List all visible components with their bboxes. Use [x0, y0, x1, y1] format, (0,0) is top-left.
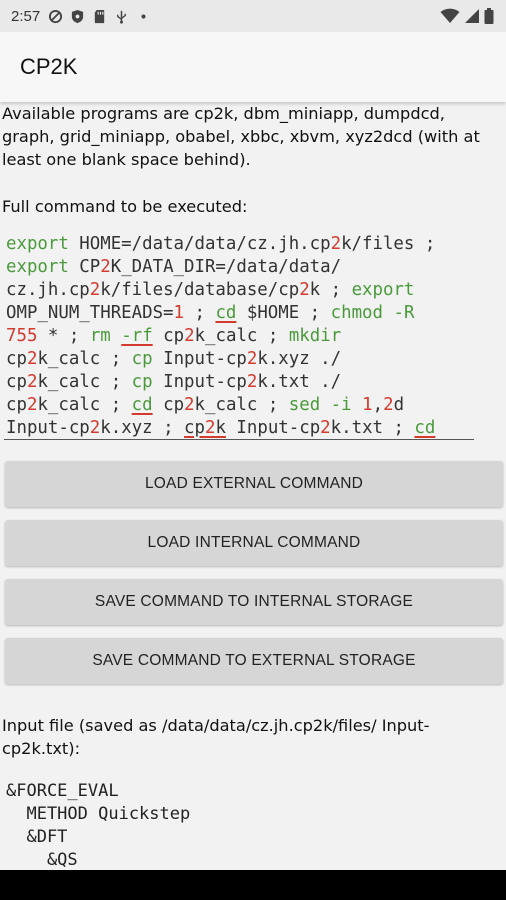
command-editor[interactable]: export HOME=/data/data/cz.jh.cp2k/files … — [6, 233, 474, 440]
command-editor-underline — [4, 439, 474, 440]
save-command-external-button[interactable]: SAVE COMMAND TO EXTERNAL STORAGE — [5, 638, 503, 684]
main-content: Available programs are cp2k, dbm_miniapp… — [0, 102, 506, 870]
full-command-label: Full command to be executed: — [2, 197, 248, 216]
command-line: cp2k_calc ; cp Input-cp2k.txt ./ — [6, 372, 342, 392]
command-line: cp2k_calc ; cp Input-cp2k.xyz ./ — [6, 349, 342, 369]
wifi-icon — [440, 8, 460, 24]
save-command-internal-button[interactable]: SAVE COMMAND TO INTERNAL STORAGE — [5, 579, 503, 625]
sd-card-icon — [92, 9, 107, 24]
input-file-label: Input file (saved as /data/data/cz.jh.cp… — [2, 716, 430, 758]
usb-icon — [114, 9, 129, 24]
command-line: OMP_NUM_THREADS=1 ; cd $HOME ; chmod -R — [6, 303, 415, 323]
input-file-line: METHOD Quickstep — [6, 804, 191, 824]
battery-icon — [484, 8, 494, 24]
load-external-command-button[interactable]: LOAD EXTERNAL COMMAND — [5, 461, 503, 507]
input-file-line: &FORCE_EVAL — [6, 781, 119, 801]
command-line: 755 * ; rm -rf cp2k_calc ; mkdir — [6, 326, 342, 346]
status-right-icons — [440, 8, 494, 24]
load-internal-command-button[interactable]: LOAD INTERNAL COMMAND — [5, 520, 503, 566]
command-line: export HOME=/data/data/cz.jh.cp2k/files … — [6, 234, 436, 254]
data-saver-icon — [48, 9, 63, 24]
app-bar: CP2K — [0, 32, 506, 102]
status-icons — [48, 9, 151, 24]
app-title: CP2K — [20, 54, 78, 79]
command-line: export CP2K_DATA_DIR=/data/data/ — [6, 257, 342, 277]
command-line: cp2k_calc ; cd cp2k_calc ; sed -i 1,2d — [6, 395, 405, 415]
status-bar: 2:57 — [0, 0, 506, 32]
command-line: cz.jh.cp2k/files/database/cp2k ; export — [6, 280, 415, 300]
signal-icon — [464, 8, 480, 24]
shield-icon — [70, 9, 85, 24]
available-programs-text: Available programs are cp2k, dbm_miniapp… — [2, 104, 480, 169]
input-file-line: &QS — [6, 850, 78, 870]
navigation-bar — [0, 870, 506, 900]
command-line: Input-cp2k.xyz ; cp2k Input-cp2k.txt ; c… — [6, 418, 436, 438]
input-file-editor[interactable]: &FORCE_EVAL METHOD Quickstep &DFT &QS — [6, 780, 486, 870]
dot-icon — [136, 9, 151, 24]
input-file-line: &DFT — [6, 827, 68, 847]
status-time: 2:57 — [11, 7, 41, 25]
